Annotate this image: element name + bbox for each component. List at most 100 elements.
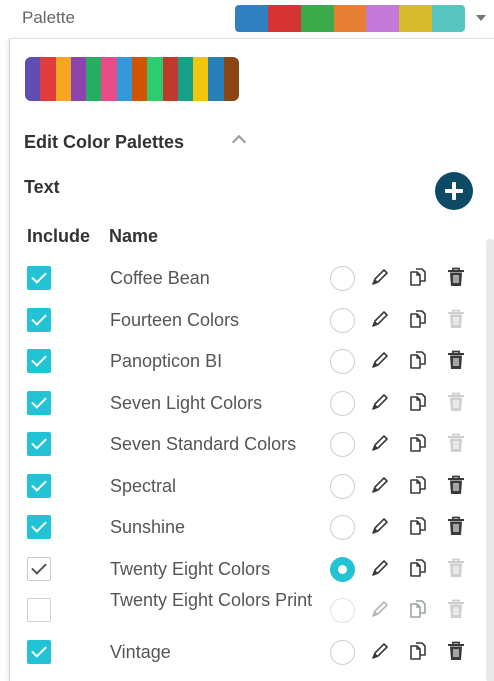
color-swatch-segment bbox=[177, 57, 194, 101]
color-swatch-segment bbox=[147, 57, 163, 101]
default-palette-radio[interactable] bbox=[330, 598, 355, 623]
chevron-up-icon[interactable] bbox=[231, 134, 247, 150]
edit-icon[interactable] bbox=[368, 473, 392, 497]
edit-icon[interactable] bbox=[368, 514, 392, 538]
default-palette-radio[interactable] bbox=[330, 639, 355, 665]
duplicate-icon[interactable] bbox=[406, 639, 430, 663]
palette-name: Twenty Eight Colors bbox=[110, 558, 271, 579]
palette-row: Twenty Eight Colors bbox=[10, 548, 480, 589]
edit-icon[interactable] bbox=[368, 597, 392, 621]
duplicate-icon[interactable] bbox=[406, 265, 430, 289]
edit-icon[interactable] bbox=[368, 348, 392, 372]
color-swatch-segment bbox=[70, 57, 87, 101]
default-palette-radio[interactable] bbox=[330, 515, 355, 540]
palette-label: Palette bbox=[22, 8, 75, 27]
color-swatch-segment bbox=[25, 57, 41, 101]
color-swatch-segment bbox=[300, 5, 334, 32]
edit-icon[interactable] bbox=[368, 307, 392, 331]
edit-icon[interactable] bbox=[368, 431, 392, 455]
default-palette-radio[interactable] bbox=[330, 390, 355, 416]
edit-icon[interactable] bbox=[368, 390, 392, 414]
color-swatch-segment bbox=[131, 57, 148, 101]
color-swatch-segment bbox=[208, 57, 224, 101]
color-swatch-segment bbox=[223, 57, 239, 101]
include-checkbox[interactable] bbox=[27, 266, 51, 290]
color-swatch-segment bbox=[399, 5, 433, 32]
text-label: Text bbox=[24, 177, 60, 197]
delete-icon[interactable] bbox=[444, 473, 468, 497]
color-swatch-segment bbox=[193, 57, 209, 101]
include-checkbox[interactable] bbox=[27, 639, 51, 664]
palette-preview-swatch[interactable] bbox=[235, 5, 465, 32]
selected-palette-preview bbox=[25, 57, 239, 101]
color-swatch-segment bbox=[162, 57, 178, 101]
delete-icon[interactable] bbox=[444, 265, 468, 289]
default-palette-radio[interactable] bbox=[330, 556, 355, 582]
delete-icon bbox=[444, 597, 468, 621]
palette-dropdown-panel: Edit Color Palettes Text Include Name Co… bbox=[9, 38, 494, 681]
duplicate-icon[interactable] bbox=[406, 348, 430, 372]
duplicate-icon[interactable] bbox=[406, 473, 430, 497]
palette-row: Seven Standard Colors bbox=[10, 423, 480, 464]
chevron-down-icon[interactable] bbox=[476, 15, 486, 21]
delete-icon[interactable] bbox=[444, 514, 468, 538]
delete-icon bbox=[444, 307, 468, 331]
color-swatch-segment bbox=[235, 5, 268, 32]
palette-row: Sunshine bbox=[10, 506, 480, 547]
duplicate-icon[interactable] bbox=[406, 307, 430, 331]
include-checkbox[interactable] bbox=[27, 515, 51, 539]
delete-icon[interactable] bbox=[444, 639, 468, 663]
default-palette-radio[interactable] bbox=[330, 307, 355, 333]
palette-name: Panopticon BI bbox=[110, 351, 223, 371]
include-checkbox[interactable] bbox=[27, 598, 51, 622]
default-palette-radio[interactable] bbox=[330, 432, 355, 457]
palette-selector[interactable]: Palette bbox=[0, 0, 494, 38]
include-checkbox[interactable] bbox=[27, 349, 51, 373]
palette-row: Fourteen Colors bbox=[10, 299, 480, 340]
default-palette-radio[interactable] bbox=[330, 349, 355, 374]
section-title: Edit Color Palettes bbox=[24, 132, 185, 152]
delete-icon bbox=[444, 431, 468, 455]
column-header-include: Include bbox=[27, 226, 91, 246]
palette-row: Twenty Eight Colors Print bbox=[10, 589, 480, 630]
color-swatch-segment bbox=[267, 5, 301, 32]
include-checkbox[interactable] bbox=[27, 473, 51, 498]
duplicate-icon[interactable] bbox=[406, 431, 430, 455]
include-checkbox[interactable] bbox=[27, 556, 51, 581]
color-swatch-segment bbox=[55, 57, 71, 101]
duplicate-icon[interactable] bbox=[406, 390, 430, 414]
default-palette-radio[interactable] bbox=[330, 473, 355, 499]
delete-icon bbox=[444, 390, 468, 414]
duplicate-icon[interactable] bbox=[406, 556, 430, 580]
duplicate-icon[interactable] bbox=[406, 514, 430, 538]
palette-row: Spectral bbox=[10, 465, 480, 506]
palette-name: Seven Light Colors bbox=[110, 392, 263, 413]
include-checkbox[interactable] bbox=[27, 390, 51, 415]
palette-row: Panopticon BI bbox=[10, 340, 480, 381]
column-header-name: Name bbox=[109, 226, 159, 246]
include-checkbox[interactable] bbox=[27, 432, 51, 456]
edit-icon[interactable] bbox=[368, 265, 392, 289]
duplicate-icon[interactable] bbox=[406, 597, 430, 621]
color-swatch-segment bbox=[116, 57, 132, 101]
edit-icon[interactable] bbox=[368, 639, 392, 663]
palette-row: Seven Light Colors bbox=[10, 382, 480, 423]
edit-icon[interactable] bbox=[368, 556, 392, 580]
color-swatch-segment bbox=[86, 57, 102, 101]
color-swatch-segment bbox=[40, 57, 56, 101]
scrollbar[interactable] bbox=[486, 239, 494, 681]
palette-name: Fourteen Colors bbox=[110, 309, 240, 330]
color-swatch-segment bbox=[432, 5, 465, 32]
color-swatch-segment bbox=[333, 5, 367, 32]
palette-row: Coffee Bean bbox=[10, 257, 480, 298]
palette-name: Sunshine bbox=[110, 517, 186, 537]
palette-name: Coffee Bean bbox=[110, 268, 210, 288]
color-swatch-segment bbox=[366, 5, 400, 32]
delete-icon[interactable] bbox=[444, 348, 468, 372]
palette-name: Vintage bbox=[110, 641, 171, 662]
add-palette-button[interactable] bbox=[435, 172, 473, 210]
include-checkbox[interactable] bbox=[27, 307, 51, 332]
default-palette-radio[interactable] bbox=[330, 266, 355, 291]
color-swatch-segment bbox=[101, 57, 117, 101]
palette-name: Seven Standard Colors bbox=[110, 434, 297, 454]
